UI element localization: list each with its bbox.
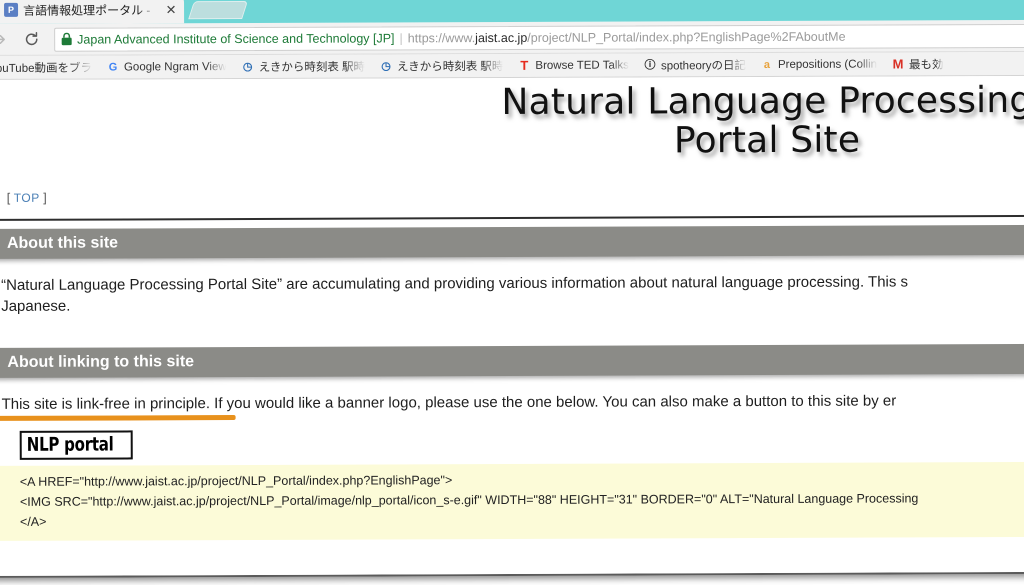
link-free-text: This site is link-free in principle.: [1, 394, 211, 413]
close-icon[interactable]: ✕: [164, 2, 178, 17]
link-free-rest: If you would like a banner logo, please …: [209, 392, 897, 412]
section-paragraph-about-linking: This site is link-free in principle. If …: [0, 374, 1024, 421]
forward-arrow-icon[interactable]: [0, 25, 14, 53]
bookmark-item[interactable]: ⓘ spotheoryの日記: [636, 55, 753, 75]
embed-code-block[interactable]: <A HREF="http://www.jaist.ac.jp/project/…: [0, 461, 1024, 541]
tab-strip: P 言語情報処理ポータル - ✕: [0, 0, 1024, 24]
reload-icon[interactable]: [16, 25, 46, 53]
url-domain: jaist.ac.jp: [475, 30, 528, 45]
gmail-icon: M: [892, 55, 904, 72]
bookmark-item[interactable]: T Browse TED Talks: [510, 55, 636, 75]
bookmark-label: Prepositions (Collin: [777, 58, 878, 71]
page-title: Natural Language Processing Portal Site: [501, 79, 1024, 162]
bookmark-label: spotheoryの日記: [660, 59, 746, 72]
banner-logo-label: NLP portal: [26, 433, 114, 456]
url-path: /project/NLP_Portal/index.php?EnglishPag…: [527, 29, 846, 45]
browser-toolbar: Japan Advanced Institute of Science and …: [0, 19, 1024, 56]
bookmark-item[interactable]: a Prepositions (Collin: [753, 54, 884, 75]
bookmark-item[interactable]: G Google Ngram View: [99, 57, 234, 78]
lock-icon: [61, 32, 72, 46]
browser-window: P 言語情報処理ポータル - ✕ Japan Advanced Institut…: [0, 0, 1024, 578]
bookmark-item[interactable]: ◷ えきから時刻表 駅時: [234, 56, 372, 77]
link-free-statement: This site is link-free in principle.: [0, 393, 236, 421]
bookmark-label: えきから時刻表 駅時: [397, 60, 504, 73]
nlp-portal-banner-logo[interactable]: NLP portal: [19, 430, 133, 460]
bookmark-label: Browse TED Talks: [535, 59, 629, 72]
top-link[interactable]: TOP: [14, 191, 40, 205]
amazon-icon: a: [763, 58, 771, 71]
browser-tab-active[interactable]: P 言語情報処理ポータル - ✕: [0, 0, 185, 24]
paragraph-line: “Natural Language Processing Portal Site…: [1, 273, 909, 294]
bookmark-item[interactable]: ◷ えきから時刻表 駅時: [372, 55, 510, 76]
section-heading-about-linking: About linking to this site: [0, 343, 1024, 378]
site-identity-label: Japan Advanced Institute of Science and …: [77, 30, 395, 47]
section-paragraph-about-this-site: “Natural Language Processing Portal Site…: [0, 255, 1024, 318]
orange-highlight-underline: [0, 414, 236, 421]
clock-icon: ◷: [242, 60, 253, 73]
clock-icon: ◷: [381, 59, 391, 72]
section-heading-about-this-site: About this site: [0, 224, 1024, 259]
bookmark-label: YouTube動画をブラ: [0, 62, 93, 75]
code-line: </A>: [19, 515, 47, 530]
site-banner: Natural Language Processing Portal Site: [0, 76, 1024, 185]
ted-icon: T: [520, 57, 529, 73]
bracket-close: ]: [43, 190, 47, 205]
info-icon: ⓘ: [644, 58, 656, 71]
url-text: https://www.jaist.ac.jp/project/NLP_Port…: [408, 29, 846, 45]
bookmark-item[interactable]: YouTube動画をブラ: [0, 57, 99, 77]
omnibox-separator: |: [399, 30, 403, 45]
url-scheme: https://www.: [407, 30, 476, 45]
address-bar[interactable]: Japan Advanced Institute of Science and …: [54, 23, 1024, 52]
tab-favicon-icon: P: [4, 2, 19, 17]
tab-title: 言語情報処理ポータル -: [23, 2, 151, 18]
bookmark-label: 最も効: [908, 58, 944, 71]
google-icon: G: [108, 60, 118, 74]
bracket-open: [: [6, 190, 11, 205]
bookmark-label: えきから時刻表 駅時: [258, 61, 366, 74]
page-viewport: Natural Language Processing Portal Site …: [0, 75, 1024, 578]
bookmark-label: Google Ngram View: [123, 60, 227, 73]
breadcrumb: [ TOP ]: [1, 181, 1024, 219]
new-tab-button[interactable]: [188, 0, 248, 20]
bookmark-item[interactable]: M 最も効: [884, 54, 951, 74]
